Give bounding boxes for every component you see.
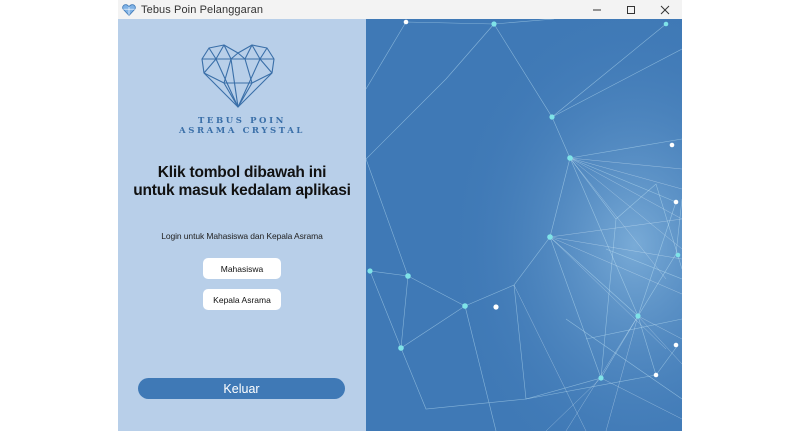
close-icon [660,5,670,14]
decorative-network-image [366,19,682,431]
app-icon [122,3,136,16]
title-bar: Tebus Poin Pelanggaran [118,0,682,19]
geometric-heart-icon [201,44,275,108]
kepala-asrama-button[interactable]: Kepala Asrama [203,289,281,310]
heading-line1: Klik tombol dibawah ini [157,164,327,181]
mahasiswa-button[interactable]: Mahasiswa [203,258,281,279]
heading-line2: untuk masuk kedalam aplikasi [133,182,351,199]
keluar-button[interactable]: Keluar [138,378,345,399]
window-controls [580,0,682,19]
minimize-button[interactable] [580,0,614,19]
maximize-button[interactable] [614,0,648,19]
network-background-graphic [366,19,682,431]
app-window: Tebus Poin Pelanggaran TEBUS POIN ASRAMA… [118,0,682,431]
logo-title-line2: ASRAMA CRYSTAL [179,126,305,136]
window-title: Tebus Poin Pelanggaran [141,3,264,16]
maximize-icon [627,5,635,14]
login-instruction: Login untuk Mahasiswa dan Kepala Asrama [161,231,323,241]
minimize-icon [593,9,601,10]
close-button[interactable] [648,0,682,19]
logo-title-line1: TEBUS POIN [197,116,287,126]
login-panel: TEBUS POIN ASRAMA CRYSTAL Klik tombol di… [118,19,366,431]
